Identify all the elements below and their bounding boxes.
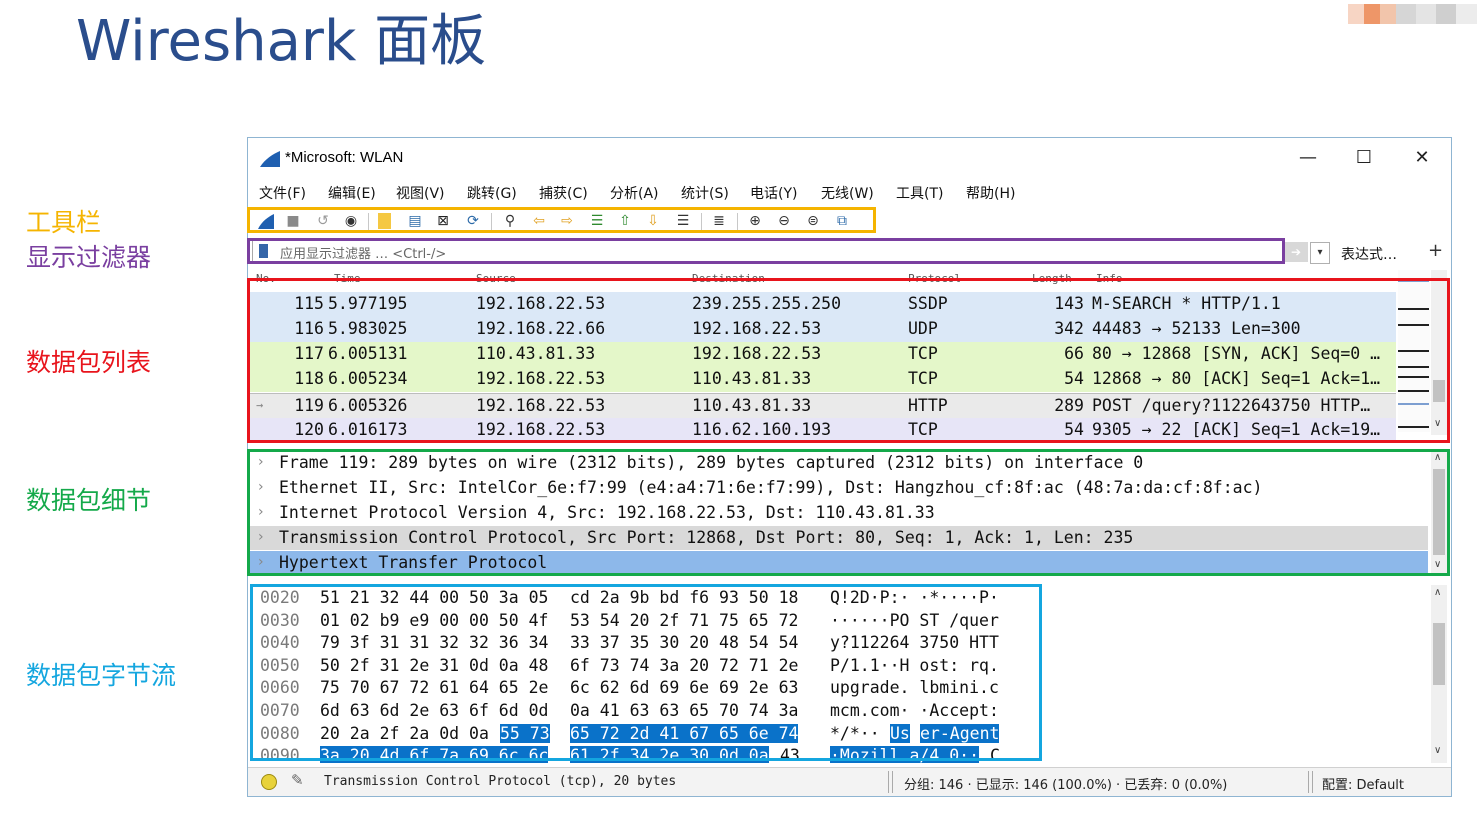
menu-telephony[interactable]: 电话(Y) <box>750 183 797 203</box>
packet-list-highlight-box <box>247 278 1450 443</box>
menu-statistics[interactable]: 统计(S) <box>681 183 729 203</box>
status-bar: ✎ Transmission Control Protocol (tcp), 2… <box>248 767 1451 796</box>
window-title: *Microsoft: WLAN <box>285 149 404 166</box>
scroll-up-icon[interactable]: ∧ <box>1434 587 1441 598</box>
bytes-scrollbar[interactable]: ∧ ∨ <box>1431 585 1447 763</box>
status-separator <box>1308 771 1309 793</box>
apply-filter-button[interactable]: ➔ <box>1284 242 1308 262</box>
menu-tools[interactable]: 工具(T) <box>896 183 943 203</box>
label-packet-bytes: 数据包字节流 <box>26 661 177 690</box>
maximize-button[interactable]: ☐ <box>1344 144 1384 172</box>
wireshark-fin-icon <box>260 151 280 167</box>
menu-edit[interactable]: 编辑(E) <box>328 183 376 203</box>
menu-go[interactable]: 跳转(G) <box>467 183 517 203</box>
menu-capture[interactable]: 捕获(C) <box>539 183 588 203</box>
filter-highlight-box <box>247 238 1285 264</box>
status-separator <box>888 771 889 793</box>
profile-label[interactable]: 配置: Default <box>1322 774 1404 793</box>
packet-details-highlight-box <box>247 449 1450 576</box>
status-text: Transmission Control Protocol (tcp), 20 … <box>324 774 677 789</box>
packet-counts: 分组: 146 · 已显示: 146 (100.0%) · 已丢弃: 0 (0.… <box>904 778 1228 793</box>
title-bar[interactable]: *Microsoft: WLAN — ☐ ✕ <box>248 138 1451 176</box>
menu-bar: 文件(F) 编辑(E) 视图(V) 跳转(G) 捕获(C) 分析(A) 统计(S… <box>248 180 1451 204</box>
menu-help[interactable]: 帮助(H) <box>966 183 1015 203</box>
menu-analyze[interactable]: 分析(A) <box>610 183 659 203</box>
close-button[interactable]: ✕ <box>1402 144 1442 172</box>
scroll-down-icon[interactable]: ∨ <box>1434 745 1441 756</box>
minimize-button[interactable]: — <box>1288 144 1328 172</box>
status-separator <box>1312 771 1313 793</box>
packet-bytes-highlight-box <box>250 584 1042 761</box>
label-packet-list: 数据包列表 <box>26 348 152 377</box>
label-toolbar: 工具栏 <box>26 208 102 237</box>
menu-wireless[interactable]: 无线(W) <box>821 183 874 203</box>
label-display-filter: 显示过滤器 <box>26 243 152 272</box>
expert-info-led-icon[interactable] <box>261 774 277 790</box>
slide-title: Wireshark 面板 <box>76 9 487 74</box>
expression-button[interactable]: 表达式… <box>1341 244 1397 264</box>
corner-decoration <box>1348 0 1477 28</box>
capture-comment-icon[interactable]: ✎ <box>291 771 304 789</box>
label-packet-details: 数据包细节 <box>26 486 152 515</box>
add-filter-button[interactable]: + <box>1428 240 1443 261</box>
status-separator <box>892 771 893 793</box>
menu-view[interactable]: 视图(V) <box>396 183 445 203</box>
filter-history-dropdown[interactable]: ▾ <box>1310 242 1330 264</box>
toolbar-highlight-box <box>247 207 876 233</box>
scrollbar-thumb[interactable] <box>1433 623 1445 685</box>
menu-file[interactable]: 文件(F) <box>259 183 306 203</box>
